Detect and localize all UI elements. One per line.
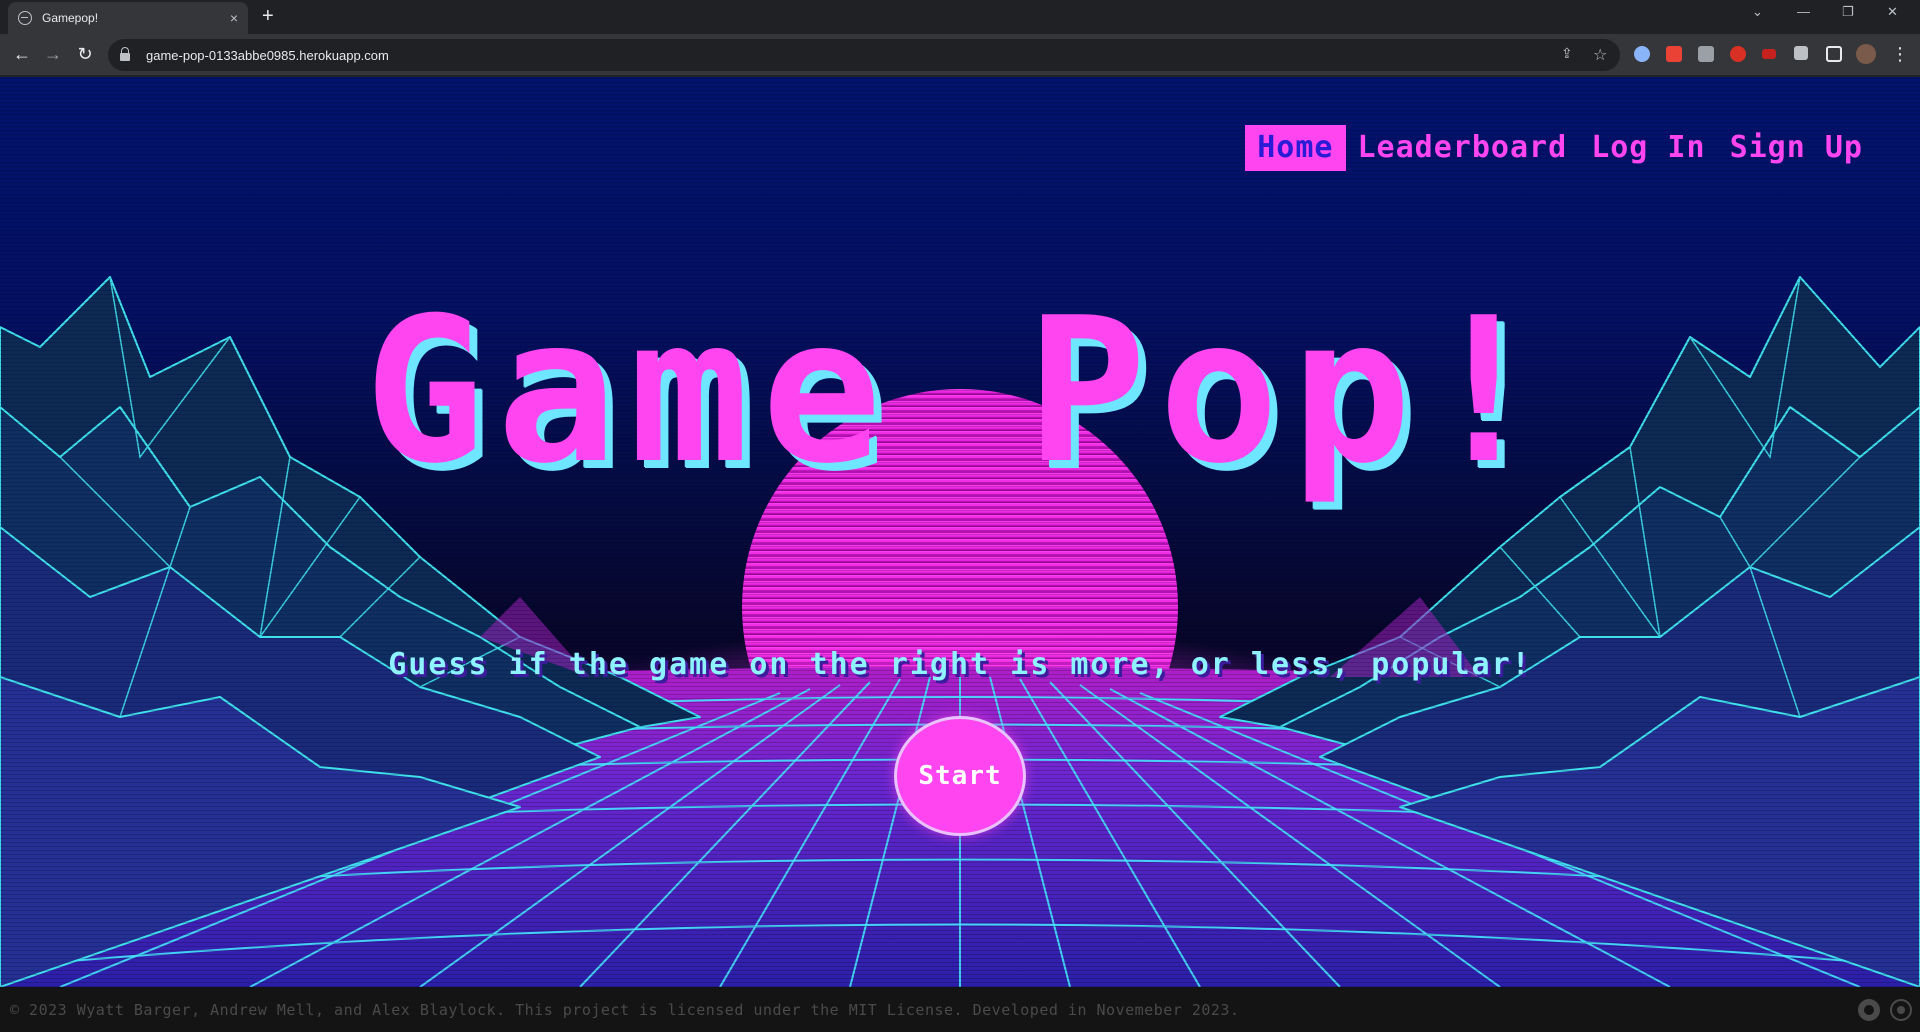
tab-search-icon[interactable]: ⌄ bbox=[1752, 4, 1763, 20]
minimize-icon[interactable]: — bbox=[1797, 4, 1810, 19]
forward-icon[interactable]: → bbox=[41, 43, 65, 65]
bookmark-star-icon[interactable]: ☆ bbox=[1593, 45, 1607, 65]
browser-menu-icon[interactable]: ⋮ bbox=[1888, 43, 1912, 65]
nav-leaderboard[interactable]: Leaderboard bbox=[1346, 125, 1580, 171]
synthwave-background bbox=[0, 276, 1920, 987]
main-nav: Home Leaderboard Log In Sign Up bbox=[1245, 125, 1875, 171]
new-tab-button[interactable]: + bbox=[262, 5, 274, 27]
extension-grey-icon[interactable] bbox=[1698, 46, 1714, 62]
browser-tab[interactable]: Gamepop! × bbox=[8, 2, 248, 34]
tab-close-icon[interactable]: × bbox=[230, 10, 238, 26]
page-viewport: Home Leaderboard Log In Sign Up Game Pop… bbox=[0, 77, 1920, 987]
browser-toolbar: ← → ↻ game-pop-0133abbe0985.herokuapp.co… bbox=[0, 34, 1920, 76]
nav-home[interactable]: Home bbox=[1245, 125, 1346, 171]
extension-video-icon[interactable] bbox=[1762, 49, 1776, 59]
share-icon[interactable]: ⇪ bbox=[1561, 45, 1573, 62]
extension-red-icon[interactable] bbox=[1730, 46, 1746, 62]
nav-sign-up[interactable]: Sign Up bbox=[1718, 125, 1875, 171]
extension-tp-icon[interactable] bbox=[1666, 46, 1682, 62]
restore-icon[interactable]: ❐ bbox=[1842, 4, 1854, 20]
window-close-icon[interactable]: ✕ bbox=[1887, 4, 1898, 20]
page-subtitle: Guess if the game on the right is more, … bbox=[388, 647, 1532, 682]
theme-toggle-icon[interactable] bbox=[1890, 999, 1912, 1021]
lock-icon[interactable] bbox=[120, 47, 130, 61]
address-bar[interactable]: game-pop-0133abbe0985.herokuapp.com ⇪ ☆ bbox=[108, 39, 1620, 71]
extension-google-icon[interactable] bbox=[1634, 46, 1650, 62]
browser-tabstrip: Gamepop! × + ⌄ — ❐ ✕ bbox=[0, 0, 1920, 34]
tab-title: Gamepop! bbox=[42, 11, 99, 25]
start-button[interactable]: Start bbox=[894, 716, 1026, 836]
profile-avatar[interactable] bbox=[1856, 44, 1876, 64]
page-footer: © 2023 Wyatt Barger, Andrew Mell, and Al… bbox=[0, 987, 1920, 1032]
page-title: Game Pop! bbox=[364, 275, 1556, 508]
side-panel-icon[interactable] bbox=[1826, 46, 1842, 62]
globe-icon bbox=[18, 11, 32, 25]
back-icon[interactable]: ← bbox=[10, 43, 34, 65]
url-text[interactable]: game-pop-0133abbe0985.herokuapp.com bbox=[146, 48, 389, 63]
github-icon[interactable] bbox=[1858, 999, 1880, 1021]
reload-icon[interactable]: ↻ bbox=[73, 43, 97, 65]
nav-log-in[interactable]: Log In bbox=[1579, 125, 1717, 171]
extensions-puzzle-icon[interactable] bbox=[1794, 46, 1808, 60]
footer-copyright: © 2023 Wyatt Barger, Andrew Mell, and Al… bbox=[10, 1000, 1240, 1019]
